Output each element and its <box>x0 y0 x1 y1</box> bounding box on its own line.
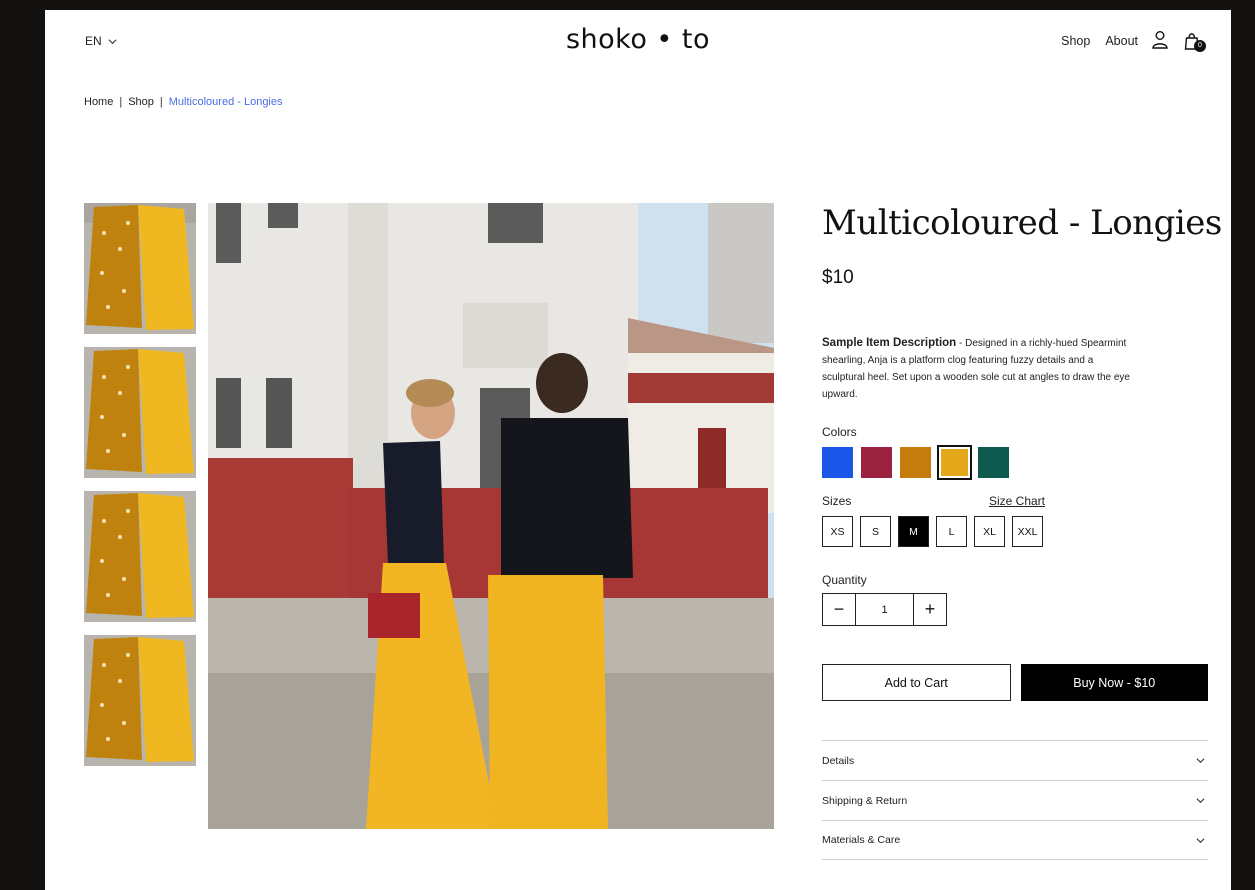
color-swatch-crimson[interactable] <box>861 447 892 478</box>
accordion-materials-care[interactable]: Materials & Care <box>822 820 1208 860</box>
size-chart-link[interactable]: Size Chart <box>989 494 1045 508</box>
product-thumbnail[interactable] <box>84 491 196 622</box>
color-swatch-blue[interactable] <box>822 447 853 478</box>
accordion-shipping-return[interactable]: Shipping & Return <box>822 780 1208 820</box>
sizes-header: Sizes Size Chart <box>822 494 1045 508</box>
trousers-thumbnail-image <box>84 635 196 766</box>
buy-now-button[interactable]: Buy Now - $10 <box>1020 664 1208 701</box>
product-info-panel: Multicoloured - Longies $10 Sample Item … <box>822 203 1222 860</box>
size-option-l[interactable]: L <box>936 516 967 547</box>
chevron-down-icon <box>1196 758 1205 764</box>
product-thumbnail[interactable] <box>84 203 196 334</box>
models-photo <box>208 203 774 829</box>
purchase-actions: Add to Cart Buy Now - $10 <box>822 664 1208 701</box>
breadcrumb-current: Multicoloured - Longies <box>168 96 283 108</box>
colors-label: Colors <box>822 425 857 439</box>
color-swatch-yellow[interactable] <box>937 445 972 480</box>
color-swatch-ochre[interactable] <box>900 447 931 478</box>
sizes-label: Sizes <box>822 494 852 508</box>
product-price: $10 <box>822 267 854 288</box>
nav-shop[interactable]: Shop <box>1061 34 1090 48</box>
quantity-stepper: − 1 + <box>822 593 947 626</box>
size-option-xl[interactable]: XL <box>974 516 1005 547</box>
trousers-thumbnail-image <box>84 491 196 622</box>
product-page: EN shoko • to Shop About 0 Home | Shop |… <box>45 10 1231 890</box>
product-main-image[interactable] <box>208 203 774 829</box>
breadcrumb: Home | Shop | Multicoloured - Longies <box>84 96 283 108</box>
quantity-label: Quantity <box>822 573 867 587</box>
chevron-down-icon <box>1196 798 1205 804</box>
quantity-value[interactable]: 1 <box>855 594 914 625</box>
color-swatch-green[interactable] <box>978 447 1009 478</box>
size-option-xs[interactable]: XS <box>822 516 853 547</box>
size-option-m[interactable]: M <box>898 516 929 547</box>
accordion-label: Materials & Care <box>822 834 901 846</box>
cart-count-badge: 0 <box>1194 40 1206 52</box>
main-nav: Shop About <box>1061 34 1138 48</box>
accordion-details[interactable]: Details <box>822 740 1208 780</box>
nav-about[interactable]: About <box>1105 34 1138 48</box>
product-thumbnail[interactable] <box>84 347 196 478</box>
description-title: Sample Item Description <box>822 337 957 349</box>
size-option-xxl[interactable]: XXL <box>1012 516 1043 547</box>
site-logo[interactable]: shoko • to <box>45 24 1231 55</box>
color-swatches <box>822 445 1208 480</box>
trousers-thumbnail-image <box>84 347 196 478</box>
breadcrumb-separator: | <box>119 96 123 108</box>
product-title: Multicoloured - Longies <box>822 203 1222 243</box>
breadcrumb-separator: | <box>159 96 163 108</box>
chevron-down-icon <box>1196 837 1205 843</box>
product-description: Sample Item Description - Designed in a … <box>822 335 1132 403</box>
trousers-thumbnail-image <box>84 203 196 334</box>
size-options: XS S M L XL XXL <box>822 516 1208 547</box>
quantity-increase-button[interactable]: + <box>914 594 946 625</box>
breadcrumb-shop[interactable]: Shop <box>128 96 154 108</box>
quantity-decrease-button[interactable]: − <box>823 594 855 625</box>
accordion-label: Details <box>822 754 855 767</box>
size-option-s[interactable]: S <box>860 516 891 547</box>
product-thumbnail[interactable] <box>84 635 196 766</box>
accordion-label: Shipping & Return <box>822 794 908 807</box>
breadcrumb-home[interactable]: Home <box>84 96 113 108</box>
product-accordion: Details Shipping & Return Materials & Ca… <box>822 740 1208 860</box>
add-to-cart-button[interactable]: Add to Cart <box>822 664 1011 701</box>
user-icon[interactable] <box>1151 30 1169 50</box>
